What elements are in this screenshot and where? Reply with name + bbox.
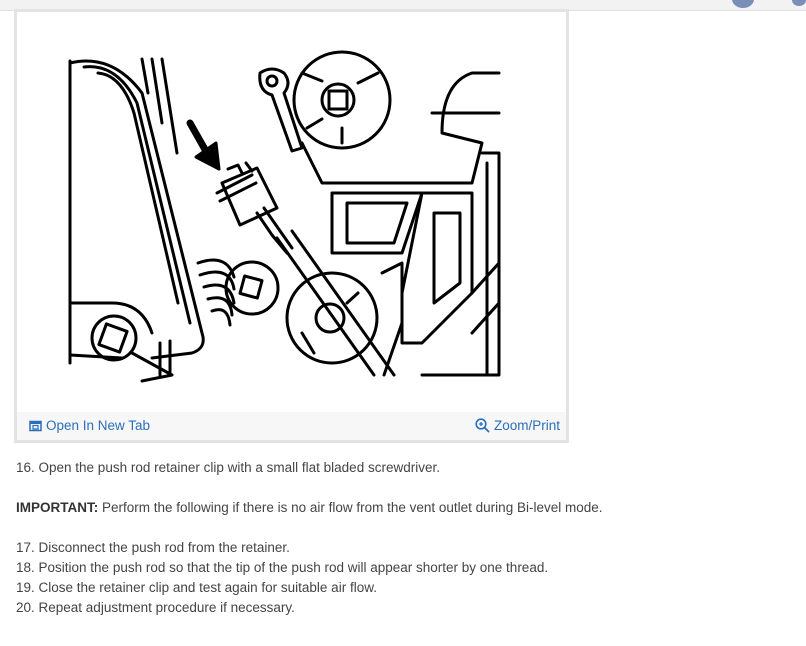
user-avatar[interactable] (732, 0, 754, 8)
instruction-steps: 16. Open the push rod retainer clip with… (16, 458, 796, 618)
zoom-icon (475, 418, 490, 433)
step-18: 18. Position the push rod so that the ti… (16, 560, 549, 575)
step-16: 16. Open the push rod retainer clip with… (16, 460, 440, 475)
zoom-print-link[interactable]: Zoom/Print (475, 418, 560, 433)
step-20: 20. Repeat adjustment procedure if neces… (16, 600, 295, 615)
step-17: 17. Disconnect the push rod from the ret… (16, 540, 290, 555)
open-tab-icon (29, 420, 42, 431)
important-text: Perform the following if there is no air… (98, 500, 603, 515)
important-note: IMPORTANT: Perform the following if ther… (16, 498, 796, 518)
important-label: IMPORTANT: (16, 500, 99, 515)
open-in-new-tab-label: Open In New Tab (46, 418, 151, 433)
push-rod-diagram (68, 50, 501, 383)
figure-card: Open In New Tab Zoom/Print (14, 9, 569, 443)
open-in-new-tab-link[interactable]: Open In New Tab (29, 418, 150, 433)
step-19: 19. Close the retainer clip and test aga… (16, 580, 377, 595)
figure-footer: Open In New Tab Zoom/Print (17, 412, 566, 440)
notification-icon[interactable] (792, 0, 806, 6)
zoom-print-label: Zoom/Print (493, 418, 560, 433)
